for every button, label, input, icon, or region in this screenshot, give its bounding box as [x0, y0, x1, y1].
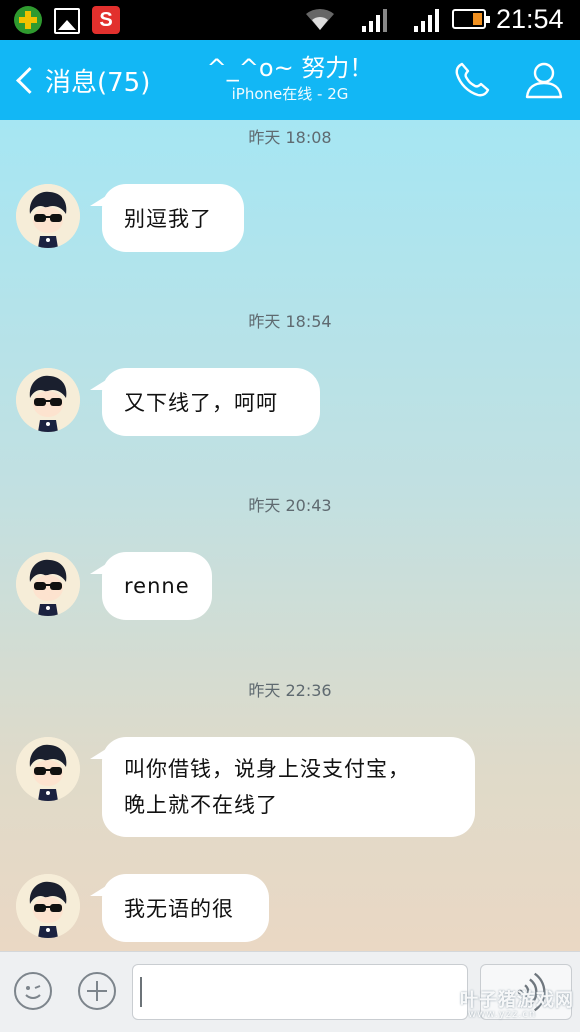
emoji-button[interactable]: [14, 972, 52, 1010]
back-button[interactable]: 消息(75): [12, 58, 150, 102]
wifi-icon: [306, 8, 334, 30]
message-timestamp: 昨天 18:08: [248, 128, 332, 147]
signal-2-icon: [414, 9, 439, 32]
cartoon-avatar-icon: [16, 184, 80, 248]
message-timestamp: 昨天 22:36: [248, 681, 332, 700]
battery-level: [473, 13, 482, 25]
chat-area[interactable]: 昨天 18:08 别逗我了 昨天 18:54 又下线了，呵呵 昨天 20:43: [0, 120, 580, 951]
message-bubble[interactable]: 我无语的很: [90, 874, 269, 942]
contact-status: iPhone在线 - 2G: [231, 85, 349, 103]
profile-icon[interactable]: [522, 58, 566, 102]
message-timestamp: 昨天 20:43: [248, 496, 332, 515]
status-bar: S 21:54: [0, 0, 580, 40]
message-bubble[interactable]: 别逗我了: [90, 184, 244, 252]
message-bubble[interactable]: 叫你借钱，说身上没支付宝， 晚上就不在线了: [90, 737, 475, 837]
message-line: 叫你借钱，说身上没支付宝，: [124, 757, 410, 781]
clock: 21:54: [496, 4, 564, 34]
chevron-left-icon: [16, 66, 43, 94]
image-notification-icon: [54, 8, 80, 34]
signal-1-icon: [362, 9, 387, 32]
battery-icon: [452, 9, 490, 29]
message-input[interactable]: [132, 964, 468, 1020]
chat-header: 消息(75) ^_^o~ 努力！ iPhone在线 - 2G: [0, 40, 580, 120]
cartoon-avatar-icon: [16, 874, 80, 938]
contact-title[interactable]: ^_^o~ 努力！ iPhone在线 - 2G: [180, 52, 400, 104]
more-plus-button[interactable]: [78, 972, 116, 1010]
contact-name: ^_^o~ 努力！: [206, 54, 374, 82]
security-app-icon: [14, 6, 42, 34]
avatar[interactable]: [16, 737, 80, 801]
avatar[interactable]: [16, 552, 80, 616]
message-bubble[interactable]: 又下线了，呵呵: [90, 368, 320, 436]
smiley-icon: [25, 985, 41, 999]
phone-icon[interactable]: [452, 60, 492, 100]
message-line: 晚上就不在线了: [124, 793, 278, 817]
avatar[interactable]: [16, 184, 80, 248]
avatar[interactable]: [16, 368, 80, 432]
message-timestamp: 昨天 18:54: [248, 312, 332, 331]
cartoon-avatar-icon: [16, 737, 80, 801]
cartoon-avatar-icon: [16, 552, 80, 616]
input-method-icon: S: [92, 6, 120, 34]
avatar[interactable]: [16, 874, 80, 938]
message-bubble[interactable]: renne: [90, 552, 212, 620]
cartoon-avatar-icon: [16, 368, 80, 432]
watermark-domain: www.yzz.cn: [468, 1009, 537, 1020]
back-label: 消息(75): [45, 67, 151, 98]
